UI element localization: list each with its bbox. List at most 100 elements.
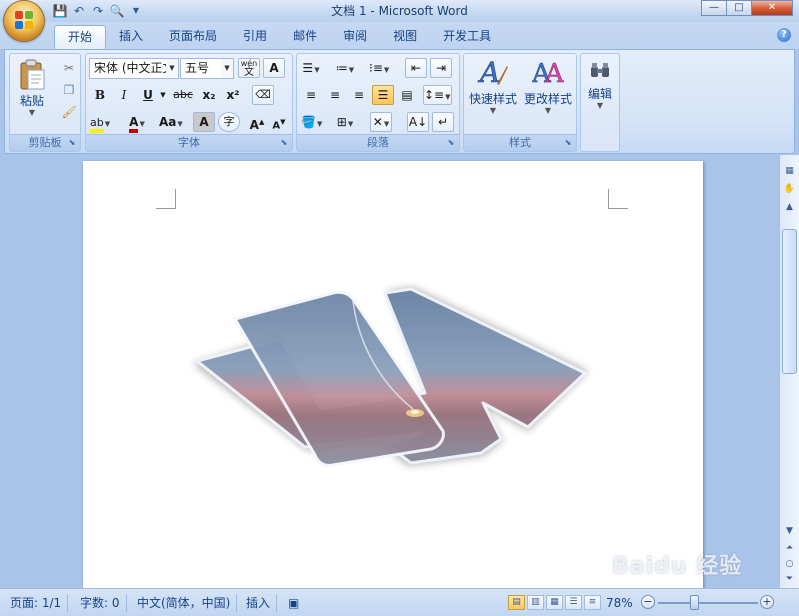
multilevel-list-icon: ⁝≡ [369, 61, 383, 75]
font-name-dropdown-icon[interactable]: ▼ [166, 59, 178, 78]
web-layout-view-icon[interactable]: ▦ [546, 595, 563, 610]
editing-button[interactable]: 编辑 ▼ [582, 56, 618, 110]
justify-button[interactable]: ☰ [372, 85, 394, 105]
subscript-button[interactable]: x₂ [198, 85, 220, 105]
next-page-icon[interactable]: ⏷ [781, 571, 798, 587]
decrease-indent-button[interactable]: ⇤ [405, 58, 427, 78]
pan-hand-icon[interactable]: ✋ [781, 181, 798, 197]
decrease-indent-icon: ⇤ [410, 61, 422, 75]
clipboard-group: 粘贴 ▼ ✂ ❐ 🖌 剪贴板 ⬊ [9, 53, 81, 152]
page-count[interactable]: 页面: 1/1 [4, 594, 69, 612]
strikethrough-button[interactable]: abc [172, 85, 194, 105]
tab-page-layout[interactable]: 页面布局 [156, 25, 230, 49]
zoom-slider-track[interactable] [658, 602, 758, 604]
font-size-combo[interactable]: 五号 ▼ [180, 58, 234, 79]
document-page[interactable] [83, 161, 703, 588]
align-left-button[interactable]: ≡ [300, 85, 322, 105]
paste-button[interactable]: 粘贴 ▼ [14, 58, 50, 117]
numbering-button[interactable]: ≔▼ [334, 58, 356, 78]
previous-page-icon[interactable]: ⏶ [781, 540, 798, 556]
tab-developer[interactable]: 开发工具 [430, 25, 504, 49]
scroll-up-icon[interactable]: ▲ [781, 199, 798, 215]
line-spacing-button[interactable]: ↕≡▼ [423, 85, 452, 105]
change-case-button[interactable]: Aa▼ [158, 112, 184, 132]
paragraph-launcher-icon[interactable]: ⬊ [446, 138, 456, 148]
zoom-level[interactable]: 78% [600, 594, 639, 612]
language-indicator[interactable]: 中文(简体，中国) [131, 594, 238, 612]
zoom-in-button[interactable]: + [760, 595, 774, 609]
scroll-thumb[interactable] [782, 229, 797, 374]
phonetic-guide-button[interactable]: wén 文 [238, 58, 260, 78]
italic-button[interactable]: I [113, 85, 135, 105]
align-center-button[interactable]: ≡ [324, 85, 346, 105]
scroll-down-icon[interactable]: ▼ [781, 523, 798, 539]
shading-button[interactable]: 🪣▼ [300, 112, 323, 132]
editing-group: 编辑 ▼ [580, 53, 620, 152]
print-layout-view-icon[interactable]: ▤ [508, 595, 525, 610]
underline-button[interactable]: U [137, 85, 159, 105]
copy-icon[interactable]: ❐ [58, 80, 80, 100]
underline-dropdown-icon[interactable]: ▼ [158, 85, 168, 105]
superscript-button[interactable]: x² [222, 85, 244, 105]
margin-corner-top-left [156, 189, 176, 209]
multilevel-list-button[interactable]: ⁝≡▼ [368, 58, 390, 78]
chinese-layout-button[interactable]: ✕▼ [370, 112, 392, 132]
tab-home[interactable]: 开始 [54, 25, 107, 49]
sort-button[interactable]: A↓ [407, 112, 429, 132]
styles-launcher-icon[interactable]: ⬊ [563, 138, 573, 148]
close-button[interactable]: ✕ [751, 0, 793, 16]
svg-text:A: A [544, 59, 564, 88]
borders-button[interactable]: ⊞▼ [334, 112, 356, 132]
font-name-combo[interactable]: 宋体 (中文正文) ▼ [89, 58, 179, 79]
inserted-picture[interactable] [183, 281, 613, 521]
ruler-toggle-icon[interactable]: ▦ [781, 163, 798, 179]
zoom-out-button[interactable]: − [641, 595, 655, 609]
char-border-button[interactable]: A [263, 58, 285, 78]
letter-h-shape [195, 287, 587, 467]
office-button[interactable] [4, 1, 44, 41]
maximize-button[interactable]: □ [726, 0, 752, 16]
format-painter-icon[interactable]: 🖌 [58, 102, 80, 122]
justify-icon: ☰ [377, 88, 389, 102]
tab-review[interactable]: 审阅 [330, 25, 380, 49]
word-count[interactable]: 字数: 0 [74, 594, 127, 612]
paragraph-group: ☰▼ ≔▼ ⁝≡▼ ⇤ ⇥ ≡ ≡ ≡ ☰ ▤ ↕≡▼ 🪣▼ ⊞▼ ✕▼ A↓ … [296, 53, 460, 152]
char-shading-button[interactable]: A [193, 112, 215, 132]
styles-group: A 快速样式 ▼ A A 更改样式 ▼ 样式 ⬊ [463, 53, 577, 152]
increase-indent-button[interactable]: ⇥ [430, 58, 452, 78]
bold-button[interactable]: B [89, 85, 111, 105]
tab-view[interactable]: 视图 [380, 25, 430, 49]
cut-icon[interactable]: ✂ [58, 58, 80, 78]
insert-mode[interactable]: 插入 [240, 594, 278, 612]
grow-font-button[interactable]: A▲ [246, 112, 268, 132]
clear-formatting-button[interactable]: ⌫ [252, 85, 274, 105]
shrink-font-button[interactable]: A▼ [268, 112, 290, 132]
enclose-char-button[interactable]: 字 [218, 112, 240, 132]
help-icon[interactable]: ? [777, 28, 791, 42]
macro-record-icon[interactable]: ▣ [282, 594, 305, 612]
font-launcher-icon[interactable]: ⬊ [279, 138, 289, 148]
quick-styles-button[interactable]: A 快速样式 ▼ [466, 56, 520, 115]
distributed-button[interactable]: ▤ [396, 85, 418, 105]
clipboard-icon [16, 58, 48, 90]
draft-view-icon[interactable]: ≡ [584, 595, 601, 610]
tab-mailings[interactable]: 邮件 [280, 25, 330, 49]
full-screen-reading-view-icon[interactable]: ▥ [527, 595, 544, 610]
change-styles-button[interactable]: A A 更改样式 ▼ [520, 56, 576, 115]
margin-corner-top-right [608, 189, 628, 209]
tab-insert[interactable]: 插入 [106, 25, 156, 49]
select-browse-object-icon[interactable]: ○ [781, 556, 798, 572]
font-size-dropdown-icon[interactable]: ▼ [221, 59, 233, 78]
align-right-button[interactable]: ≡ [348, 85, 370, 105]
vertical-scrollbar[interactable]: ▦ ✋ ▲ ▼ ⏶ ○ ⏷ [779, 155, 799, 588]
show-marks-button[interactable]: ↵ [432, 112, 454, 132]
clipboard-launcher-icon[interactable]: ⬊ [67, 138, 77, 148]
highlighter-icon: ab [90, 116, 104, 133]
zoom-slider-thumb[interactable] [690, 595, 699, 610]
font-color-button[interactable]: A▼ [126, 112, 148, 133]
minimize-button[interactable]: — [701, 0, 727, 16]
bullets-button[interactable]: ☰▼ [300, 58, 322, 78]
highlight-button[interactable]: ab▼ [89, 112, 111, 133]
tab-references[interactable]: 引用 [230, 25, 280, 49]
outline-view-icon[interactable]: ☰ [565, 595, 582, 610]
